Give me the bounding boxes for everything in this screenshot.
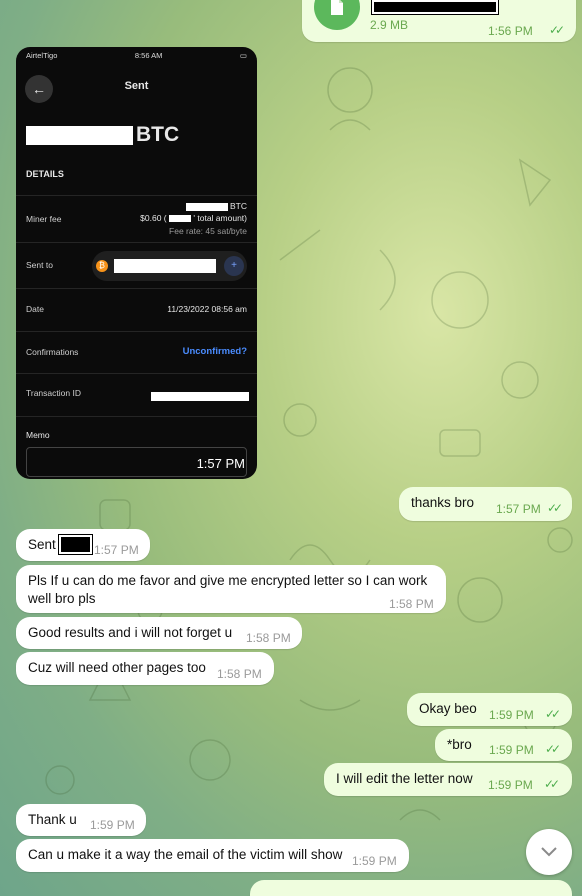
recipient-pill: ₿ + — [92, 251, 247, 281]
miner-fee-label: Miner fee — [26, 214, 62, 224]
fee-usd: $0.60 ( — [140, 213, 167, 223]
transaction-id-row: Transaction ID — [16, 374, 257, 417]
message-time: 1:59 PM — [352, 854, 397, 868]
file-message[interactable]: 2.9 MB 1:56 PM ✓✓ — [302, 0, 576, 42]
message-time: 1:58 PM — [246, 631, 291, 645]
wallet-screenshot-image[interactable]: AirtelTigo 8:56 AM ▭ ← Sent BTC DETAILS … — [16, 47, 257, 479]
message-bubble[interactable]: Good results and i will not forget u 1:5… — [16, 617, 302, 649]
message-time: 1:57 PM — [94, 543, 139, 557]
message-text: Okay beo — [419, 701, 477, 716]
phone-clock: 8:56 AM — [134, 50, 163, 60]
message-time: 1:56 PM — [488, 24, 533, 38]
date-label: Date — [26, 304, 44, 314]
redacted-amount — [58, 534, 93, 555]
memo-label: Memo — [26, 430, 50, 440]
add-contact-icon: + — [224, 256, 244, 276]
scroll-to-bottom-button[interactable] — [526, 829, 572, 875]
message-text: I will edit the letter now — [336, 771, 473, 786]
confirmations-row: Confirmations Unconfirmed? — [16, 332, 257, 374]
message-text: Pls If u can do me favor and give me enc… — [28, 573, 428, 606]
image-time: 1:57 PM — [196, 456, 245, 471]
double-check-icon: ✓✓ — [545, 742, 561, 756]
message-bubble[interactable]: Okay beo 1:59 PM ✓✓ — [407, 693, 572, 726]
message-time: 1:59 PM — [489, 708, 534, 722]
confirmations-label: Confirmations — [26, 347, 79, 357]
message-text: Good results and i will not forget u — [28, 625, 233, 640]
message-time: 1:57 PM — [496, 502, 541, 516]
screen-title: Sent — [124, 80, 149, 92]
amount-unit: BTC — [136, 123, 180, 146]
redacted-amount — [26, 125, 133, 145]
message-bubble[interactable]: Cuz will need other pages too 1:58 PM — [16, 652, 274, 685]
message-bubble[interactable]: Can u make it a way the email of the vic… — [16, 839, 409, 872]
file-size: 2.9 MB — [370, 18, 409, 32]
bitcoin-icon: ₿ — [96, 260, 108, 272]
battery-icon: ▭ — [239, 50, 247, 60]
sent-amount: BTC — [26, 123, 179, 147]
fee-rate: Fee rate: 45 sat/byte — [169, 226, 247, 236]
message-text: Can u make it a way the email of the vic… — [28, 847, 343, 862]
phone-status-bar: AirtelTigo 8:56 AM ▭ — [16, 47, 257, 63]
double-check-icon: ✓✓ — [549, 23, 565, 37]
double-check-icon: ✓✓ — [545, 707, 561, 721]
fee-total-text: ' total amount) — [193, 213, 247, 223]
message-time: 1:58 PM — [389, 597, 434, 611]
redacted-transaction-id — [151, 392, 249, 401]
redacted-recipient — [114, 259, 216, 273]
redacted-filename — [371, 0, 499, 15]
sent-to-label: Sent to — [26, 260, 53, 270]
double-check-icon: ✓✓ — [547, 501, 563, 515]
date-value: 11/23/2022 08:56 am — [167, 304, 247, 314]
message-bubble[interactable]: *bro 1:59 PM ✓✓ — [435, 729, 572, 761]
message-text: Thank u — [28, 812, 77, 827]
message-time: 1:59 PM — [488, 778, 533, 792]
message-text: thanks bro — [411, 495, 475, 510]
message-bubble[interactable]: Sent 1:57 PM — [16, 529, 150, 561]
message-time: 1:58 PM — [217, 667, 262, 681]
carrier-label: AirtelTigo — [26, 50, 58, 60]
details-heading: DETAILS — [26, 169, 64, 179]
double-check-icon: ✓✓ — [544, 777, 560, 791]
sent-to-row: Sent to ₿ + — [16, 243, 257, 289]
message-text: Sent — [28, 537, 56, 552]
message-bubble[interactable]: Pls If u can do me favor and give me enc… — [16, 565, 446, 613]
message-text: *bro — [447, 737, 472, 752]
date-row: Date 11/23/2022 08:56 am — [16, 289, 257, 332]
transaction-id-label: Transaction ID — [26, 388, 81, 398]
message-bubble[interactable]: thanks bro 1:57 PM ✓✓ — [399, 487, 572, 521]
redacted-fee — [185, 202, 228, 211]
file-icon[interactable] — [314, 0, 360, 30]
fee-btc-unit: BTC — [230, 201, 247, 211]
chevron-down-icon — [541, 847, 557, 857]
message-text: Cuz will need other pages too — [28, 660, 206, 675]
message-time: 1:59 PM — [90, 818, 135, 832]
message-bubble[interactable]: Thank u 1:59 PM — [16, 804, 146, 836]
confirmations-value: Unconfirmed? — [182, 346, 247, 357]
message-bubble[interactable]: I will edit the letter now 1:59 PM ✓✓ — [324, 763, 572, 796]
message-time: 1:59 PM — [489, 743, 534, 757]
miner-fee-row: Miner fee BTC $0.60 ( ' total amount) Fe… — [16, 196, 257, 243]
message-bubble-partial[interactable] — [250, 880, 572, 896]
